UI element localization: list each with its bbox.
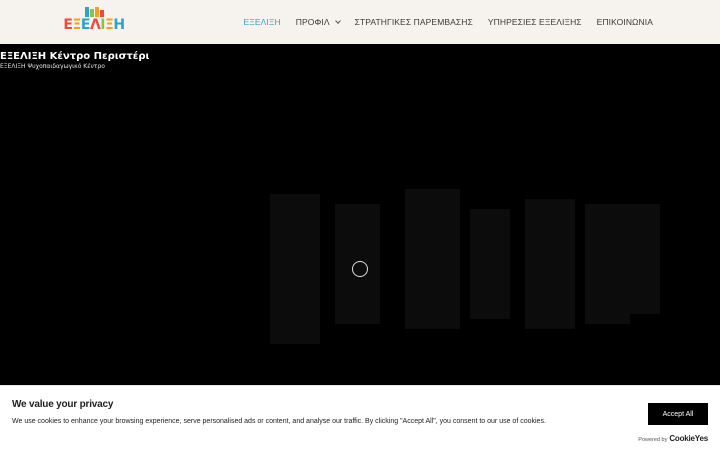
nav-item-label: ΕΠΙΚΟΙΝΩΝΙΑ <box>596 17 653 27</box>
nav-item-label: ΣΤΡΑΤΗΓΙΚΕΣ ΠΑΡΕΜΒΑΣΗΣ <box>354 17 473 27</box>
nav-item-label: ΥΠΗΡΕΣΙΕΣ ΕΞΕΛΙΞΗΣ <box>487 17 582 27</box>
background-shape <box>470 209 510 319</box>
hero-title: ΕΞΕΛΙΞΗ Κέντρο Περιστέρι <box>0 51 150 62</box>
powered-by[interactable]: Powered by CookieYes <box>638 434 708 443</box>
logo-letter: Η <box>113 17 125 33</box>
books-icon <box>84 7 104 17</box>
book-3 <box>94 7 99 17</box>
background-shape <box>405 189 460 329</box>
nav-item-strategies[interactable]: ΣΤΡΑΤΗΓΙΚΕΣ ΠΑΡΕΜΒΑΣΗΣ <box>355 17 473 27</box>
powered-by-label: Powered by <box>638 437 668 443</box>
logo-letter: Ξ <box>105 17 114 33</box>
background-shape <box>585 204 630 324</box>
loading-spinner-icon <box>352 261 368 277</box>
site-logo[interactable]: Ε Ξ Ε Λ Ι Ξ Η <box>63 7 125 37</box>
logo-letter: Ξ <box>72 17 82 33</box>
background-shape <box>630 204 660 314</box>
logo-letter: Λ <box>89 17 101 33</box>
nav-item-label: ΠΡΟΦΙΛ <box>295 17 330 27</box>
cookie-description: We use cookies to enhance your browsing … <box>12 418 546 425</box>
cookieyes-logo: CookieYes <box>669 434 708 443</box>
hero-video-section[interactable]: ΕΞΕΛΙΞΗ Κέντρο Περιστέρι ΕΞΕΛΙΞΗ Ψυχοπαι… <box>0 44 720 385</box>
book-2 <box>89 9 94 17</box>
cookie-title: We value your privacy <box>12 399 114 410</box>
hero-subtitle: ΕΞΕΛΙΞΗ Ψυχοπαιδαγωγικό Κέντρο <box>0 63 105 70</box>
nav-item-profile[interactable]: ΠΡΟΦΙΛ <box>295 17 341 27</box>
logo-letter: Ε <box>80 17 91 33</box>
logo-letter: Ε <box>63 17 73 33</box>
nav-item-label: ΕΞΕΛΙΞΗ <box>243 17 281 27</box>
book-4 <box>99 10 104 17</box>
logo-wordmark: Ε Ξ Ε Λ Ι Ξ Η <box>63 17 125 33</box>
cookie-consent-banner: We value your privacy We use cookies to … <box>0 385 720 450</box>
nav-item-services[interactable]: ΥΠΗΡΕΣΙΕΣ ΕΞΕΛΙΞΗΣ <box>488 17 582 27</box>
background-shape <box>525 199 575 329</box>
nav-item-exelixi[interactable]: ΕΞΕΛΙΞΗ <box>243 17 280 27</box>
main-nav: ΕΞΕΛΙΞΗ ΠΡΟΦΙΛ ΣΤΡΑΤΗΓΙΚΕΣ ΠΑΡΕΜΒΑΣΗΣ ΥΠ… <box>243 0 653 44</box>
background-shape <box>270 194 320 344</box>
site-header: Ε Ξ Ε Λ Ι Ξ Η ΕΞΕΛΙΞΗ ΠΡΟΦΙΛ ΣΤΡΑΤΗΓΙΚΕΣ… <box>0 0 720 44</box>
nav-item-contact[interactable]: ΕΠΙΚΟΙΝΩΝΙΑ <box>597 17 653 27</box>
accept-all-button[interactable]: Accept All <box>648 403 708 425</box>
book-1 <box>84 7 89 17</box>
chevron-down-icon <box>334 18 341 24</box>
